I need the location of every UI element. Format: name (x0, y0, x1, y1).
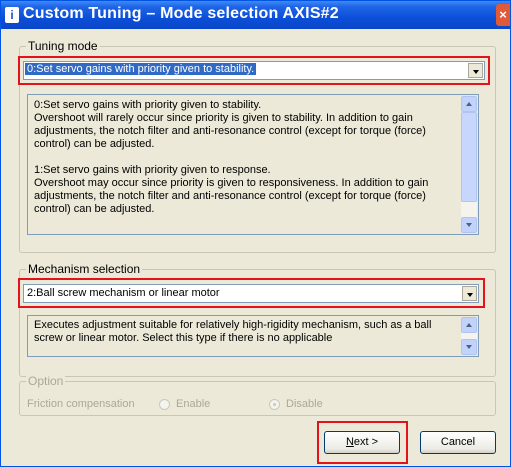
mechanism-description: Executes adjustment suitable for relativ… (27, 315, 479, 357)
close-icon[interactable]: × (496, 4, 510, 26)
cancel-button[interactable]: Cancel (420, 431, 496, 454)
app-icon: i (5, 7, 19, 23)
scroll-down-icon[interactable] (461, 339, 477, 355)
enable-radio[interactable] (159, 399, 170, 410)
enable-radio-label: Enable (176, 398, 211, 410)
next-highlight (317, 421, 408, 464)
window-title: Custom Tuning – Mode selection AXIS#2 (23, 5, 339, 22)
mechanism-highlight (18, 278, 485, 308)
scroll-down-icon[interactable] (461, 217, 477, 233)
scroll-up-icon[interactable] (461, 96, 477, 112)
tuning-mode-description: 0:Set servo gains with priority given to… (27, 94, 479, 235)
scroll-thumb[interactable] (461, 112, 477, 202)
scroll-up-icon[interactable] (461, 317, 477, 333)
tuning-mode-scrollbar[interactable] (461, 96, 477, 233)
custom-tuning-dialog: i Custom Tuning – Mode selection AXIS#2 … (0, 0, 511, 467)
option-label: Option (26, 374, 66, 388)
mechanism-description-text: Executes adjustment suitable for relativ… (34, 319, 432, 344)
disable-radio-label: Disable (286, 398, 323, 410)
friction-compensation-label: Friction compensation (27, 398, 135, 410)
tuning-mode-description-text: 0:Set servo gains with priority given to… (34, 99, 429, 215)
disable-radio[interactable] (269, 399, 280, 410)
title-bar[interactable]: i Custom Tuning – Mode selection AXIS#2 … (1, 1, 510, 29)
tuning-mode-highlight (18, 56, 490, 85)
mechanism-scrollbar[interactable] (461, 317, 477, 355)
tuning-mode-label: Tuning mode (26, 39, 100, 53)
mechanism-selection-label: Mechanism selection (26, 262, 143, 276)
